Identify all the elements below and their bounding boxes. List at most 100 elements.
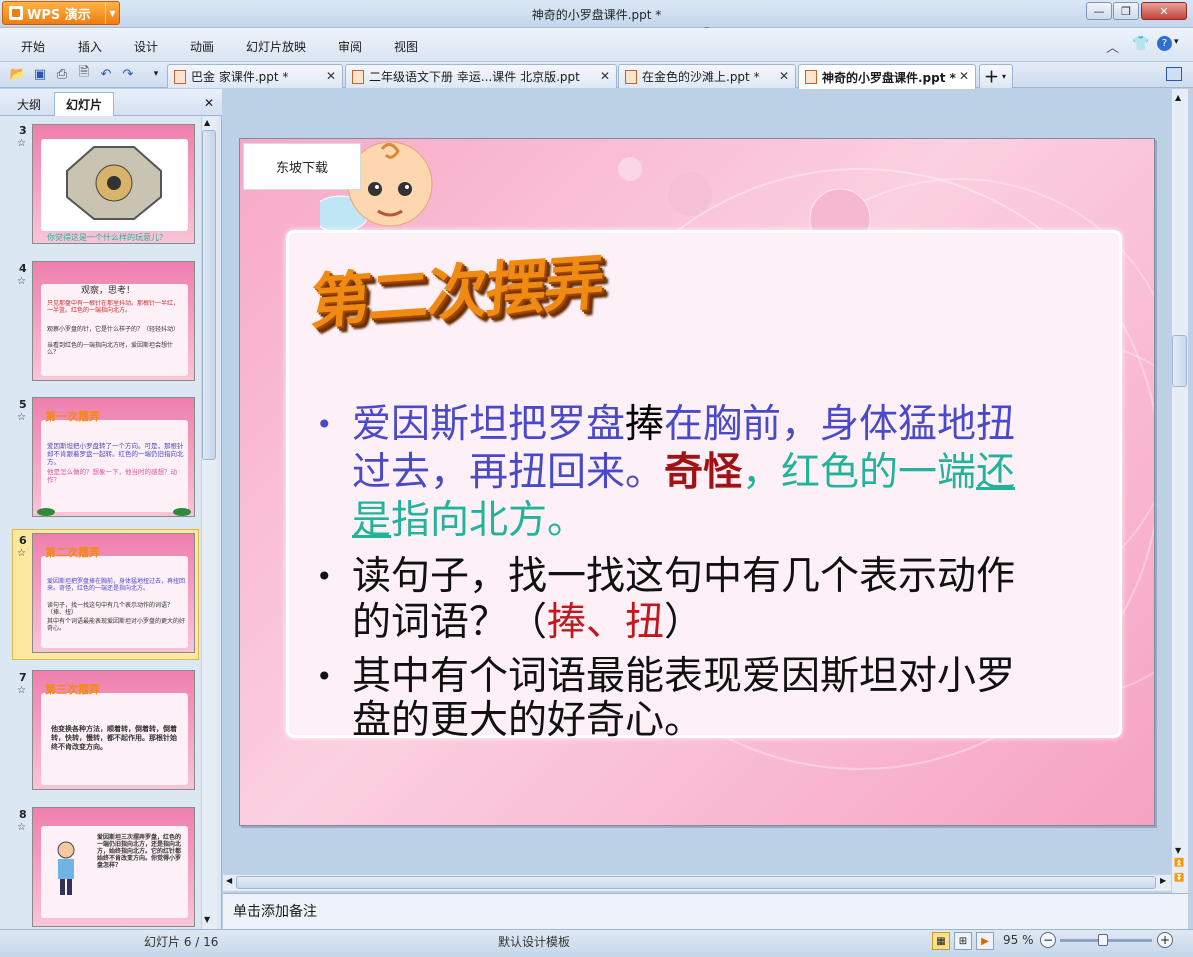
menu-insert[interactable]: 插入 (78, 38, 102, 55)
close-tab-icon[interactable]: ✕ (779, 69, 789, 83)
ppt-file-icon (625, 69, 637, 84)
bullet-dot-icon: • (316, 660, 333, 693)
menu-view[interactable]: 视图 (394, 38, 418, 55)
tab-outline[interactable]: 大纲 (6, 92, 52, 116)
menu-animation[interactable]: 动画 (190, 38, 214, 55)
tab-document-3[interactable]: 在金色的沙滩上.ppt * ✕ (618, 64, 796, 88)
bullet-3-line-2[interactable]: 盘的更大的好奇心。 (352, 698, 703, 744)
bullet-1-line-3[interactable]: 是指向北方。 (352, 498, 586, 544)
menu-start[interactable]: 开始 (21, 38, 45, 55)
bullet-2-line-2[interactable]: 的词语？（捧、扭） (352, 600, 703, 646)
animation-star-icon: ☆ (17, 685, 26, 696)
slideshow-view-icon[interactable]: ▶ (976, 932, 994, 950)
scroll-up-icon[interactable]: ▲ (1175, 93, 1181, 102)
slide-sorter-view-icon[interactable]: ⊞ (954, 932, 972, 950)
slide-thumbnail-3[interactable]: 你觉得这是一个什么样的玩意儿？ (32, 124, 195, 244)
slide-thumbnail-5[interactable]: 第一次摆弄 爱因斯坦把小罗盘转了一个方向。可是，那根针却不肯跟着罗盘一起转。红色… (32, 397, 195, 517)
animation-star-icon: ☆ (17, 276, 26, 287)
nav-button-icon (173, 508, 191, 516)
chevron-up-icon[interactable]: ︿ (1106, 37, 1119, 56)
bullet-keyword: 奇怪 (664, 450, 743, 495)
bullet-2-line-1[interactable]: 读句子，找一找这句中有几个表示动作 (352, 554, 1015, 600)
normal-view-icon[interactable]: ▦ (932, 932, 950, 950)
menu-review[interactable]: 审阅 (338, 38, 362, 55)
print-preview-icon[interactable]: 🗎 (76, 65, 92, 82)
ppt-file-icon (352, 69, 364, 84)
undo-icon[interactable]: ↶ (98, 66, 114, 82)
slide-thumbnail-7[interactable]: 第三次摆弄 他变换各种方法，顺着转，倒着转，倒着转，快转，慢转，都不起作用。那根… (32, 670, 195, 790)
thumbnail-title: 第三次摆弄 (45, 683, 100, 696)
vertical-scrollbar[interactable] (1171, 89, 1188, 895)
bullet-keyword: 还 (976, 450, 1016, 495)
bullet-1-line-2[interactable]: 过去，再扭回来。奇怪，红色的一端还 (352, 450, 1015, 496)
tab-list-icon[interactable] (1166, 67, 1182, 81)
help-dropdown-icon[interactable]: ▾ (1174, 37, 1179, 47)
slide-thumbnail-4[interactable]: 观察，思考！ 只见那盘中有一根针在那里抖动。那根针一半红，一半蓝。红色的一端指向… (32, 261, 195, 381)
slide-thumbnail-6[interactable]: 第二次摆弄 爱因斯坦把罗盘捧在胸前，身体猛地扭过去，再扭回来。奇怪，红色的一端还… (32, 533, 195, 653)
design-template-label[interactable]: 默认设计模板 (498, 933, 570, 950)
scroll-left-icon[interactable]: ◀ (226, 876, 232, 885)
ppt-file-icon (805, 70, 817, 84)
slide-number: 8 (19, 808, 27, 821)
scroll-down-icon[interactable]: ▼ (1175, 846, 1181, 855)
tab-slides[interactable]: 幻灯片 (54, 92, 114, 116)
bullet-text: 爱因斯坦把罗盘 (352, 402, 626, 447)
bullet-1-line-1[interactable]: 爱因斯坦把罗盘捧在胸前，身体猛地扭 (352, 402, 1015, 448)
animation-star-icon: ☆ (17, 548, 26, 559)
redo-icon[interactable]: ↷ (120, 66, 136, 82)
thumbnail-text: 爱因斯坦把小罗盘转了一个方向。可是，那根针却不肯跟着罗盘一起转。红色的一端仍旧指… (47, 442, 184, 466)
customize-toolbar-icon[interactable]: ▾ (148, 66, 164, 82)
open-icon[interactable]: 📂 (10, 66, 26, 82)
close-tab-icon[interactable]: ✕ (600, 69, 610, 83)
menu-bar (0, 28, 1193, 62)
close-tab-icon[interactable]: ✕ (326, 69, 336, 83)
close-panel-icon[interactable]: ✕ (204, 96, 214, 110)
menu-slideshow[interactable]: 幻灯片放映 (246, 38, 306, 55)
tab-document-2[interactable]: 二年级语文下册 幸运...课件 北京版.ppt ✕ (345, 64, 617, 88)
slide-thumbnail-8[interactable]: 爱因斯坦三次摆弄罗盘，红色的一端仍旧指向北方，还是指向北方，始终指向北方。它的红… (32, 807, 195, 927)
new-tab-button[interactable]: ＋ ▾ (979, 64, 1013, 88)
tab-label: 神奇的小罗盘课件.ppt * (822, 70, 956, 85)
zoom-out-button[interactable]: − (1040, 932, 1056, 948)
bullet-dot-icon: • (316, 408, 333, 441)
slide-number: 3 (19, 124, 27, 137)
scroll-down-icon[interactable]: ▼ (204, 915, 210, 924)
thumbnail-text: 其中有个词语最能表现爱因斯坦对小罗盘的更大的好奇心。 (47, 618, 186, 632)
slide-number: 5 (19, 398, 27, 411)
notes-pane[interactable]: 单击添加备注 (223, 893, 1188, 929)
close-button[interactable]: ✕ (1141, 2, 1187, 20)
menu-design[interactable]: 设计 (134, 38, 158, 55)
tab-document-4[interactable]: 神奇的小罗盘课件.ppt * ✕ (798, 64, 976, 89)
thumbnail-caption: 你觉得这是一个什么样的玩意儿？ (47, 233, 167, 242)
vertical-scroll-thumb[interactable] (1172, 335, 1187, 387)
zoom-in-button[interactable]: + (1157, 932, 1173, 948)
compass-image-icon (66, 146, 162, 220)
zoom-level: 95 % (1003, 933, 1034, 947)
slide-number: 4 (19, 262, 27, 275)
close-tab-icon[interactable]: ✕ (959, 69, 969, 83)
scroll-right-icon[interactable]: ▶ (1160, 876, 1166, 885)
skin-icon[interactable]: 👕 (1132, 36, 1149, 52)
bullet-dot-icon: • (316, 560, 333, 593)
help-icon[interactable]: ? (1157, 36, 1172, 51)
scroll-up-icon[interactable]: ▲ (204, 118, 210, 127)
tab-label: 二年级语文下册 幸运...课件 北京版.ppt (369, 70, 580, 84)
zoom-slider-thumb[interactable] (1098, 934, 1108, 946)
thumbnail-text: 爱因斯坦把罗盘捧在胸前，身体猛地扭过去，再扭回来。奇怪，红色的一端还是指向北方。 (47, 578, 186, 592)
thumbnail-text: 只见那盘中有一根针在那里抖动。那根针一半红，一半蓝。红色的一端指向北方。 (47, 300, 180, 314)
bullet-keyword: 捧、扭 (547, 600, 665, 645)
boy-figure-icon (57, 841, 75, 895)
tab-document-1[interactable]: 巴金 家课件.ppt * ✕ (167, 64, 343, 88)
thumbnail-text: 他是怎么做的？想象一下，他当时的感想？动作？ (47, 468, 177, 484)
thumbnail-title: 观察，思考！ (81, 286, 136, 296)
print-icon[interactable]: ⎙ (54, 66, 70, 82)
next-slide-icon[interactable]: ⏬ (1174, 873, 1184, 882)
bullet-3-line-1[interactable]: 其中有个词语最能表现爱因斯坦对小罗 (352, 654, 1015, 700)
slides-panel-scroll-thumb[interactable] (202, 130, 216, 460)
save-icon[interactable]: ▣ (32, 66, 48, 82)
minimize-button[interactable]: — (1086, 2, 1112, 20)
bullet-text: ） (664, 600, 704, 645)
maximize-button[interactable]: ❐ (1113, 2, 1139, 20)
horizontal-scroll-thumb[interactable] (236, 876, 1156, 889)
previous-slide-icon[interactable]: ⏫ (1174, 858, 1184, 867)
